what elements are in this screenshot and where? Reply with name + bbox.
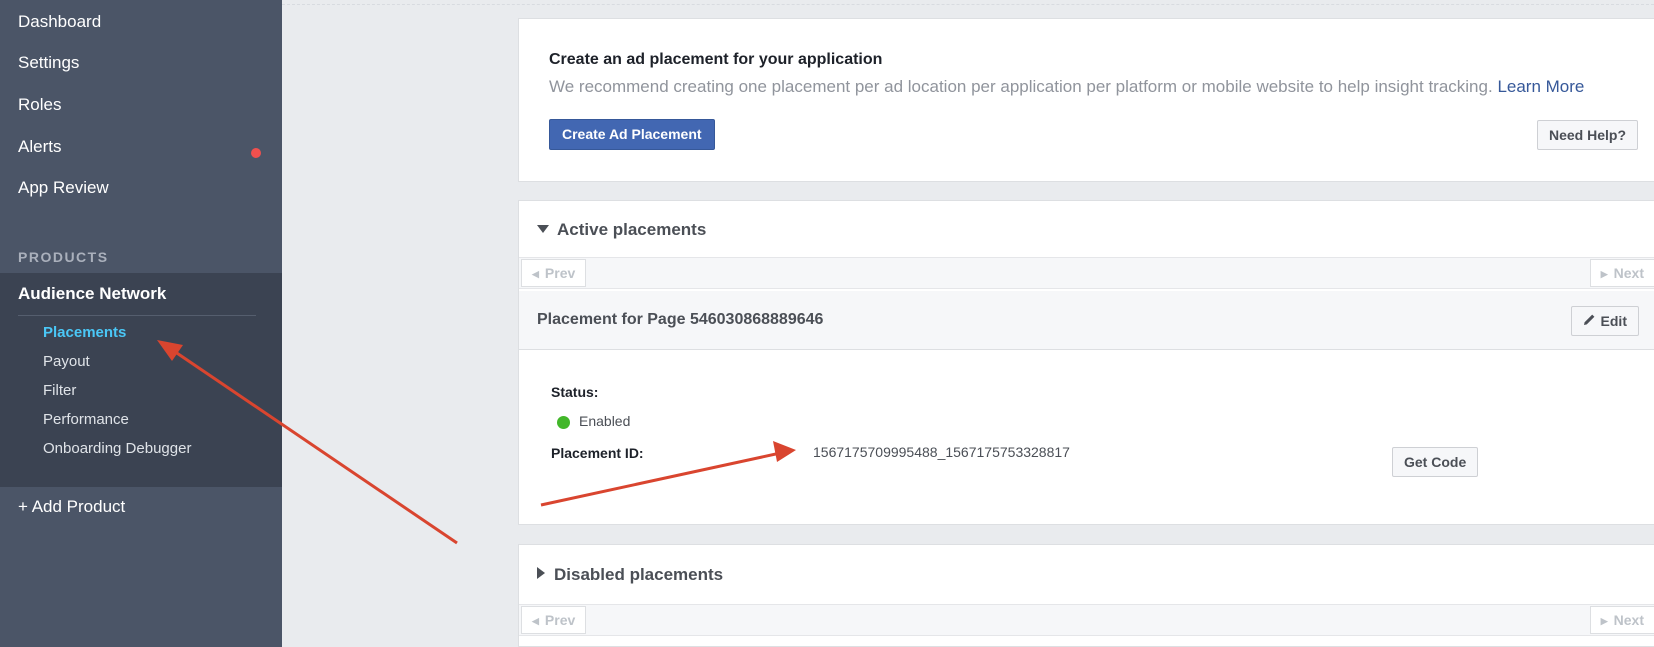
edit-label: Edit (1600, 313, 1627, 329)
disabled-pager: ◀ Prev ▶ Next (519, 604, 1654, 636)
placement-id-label: Placement ID: (551, 445, 644, 461)
create-card-description-text: We recommend creating one placement per … (549, 77, 1493, 96)
create-card-description: We recommend creating one placement per … (549, 77, 1584, 97)
status-enabled-icon (557, 416, 570, 429)
active-next-label: Next (1613, 265, 1644, 281)
sidebar: Dashboard Settings Roles Alerts App Revi… (0, 0, 282, 647)
disabled-prev-label: Prev (544, 612, 576, 628)
sidebar-subitem-placements[interactable]: Placements (43, 324, 126, 341)
active-placements-card: Active placements ◀ Prev ▶ Next Placement … (518, 200, 1654, 525)
caret-right-icon (537, 567, 545, 579)
status-label: Status: (551, 384, 599, 400)
sidebar-subitem-payout[interactable]: Payout (43, 353, 90, 370)
active-placements-toggle[interactable]: Active placements (537, 220, 706, 240)
status-value: Enabled (579, 413, 631, 429)
active-prev-label: Prev (544, 265, 576, 281)
sidebar-subitem-filter[interactable]: Filter (43, 382, 76, 399)
active-pager: ◀ Prev ▶ Next (519, 257, 1654, 289)
caret-right-icon: ▶ (1600, 616, 1608, 626)
alert-indicator-dot (251, 148, 261, 158)
disabled-placements-toggle[interactable]: Disabled placements (537, 565, 723, 585)
disabled-next-label: Next (1613, 612, 1644, 628)
placement-title: Placement for Page 546030868889646 (537, 311, 824, 328)
product-divider (18, 315, 256, 316)
sidebar-item-roles[interactable]: Roles (18, 95, 61, 115)
caret-left-icon: ◀ (532, 616, 539, 626)
top-divider (282, 4, 1654, 5)
placement-header: Placement for Page 546030868889646 Edit (519, 291, 1654, 350)
product-audience-network: Audience Network Placements Payout Filte… (0, 273, 282, 487)
learn-more-link[interactable]: Learn More (1497, 77, 1584, 96)
disabled-placements-card: Disabled placements ◀ Prev ▶ Next (518, 544, 1654, 647)
create-card-title: Create an ad placement for your applicat… (549, 51, 883, 68)
caret-left-icon: ◀ (532, 269, 539, 279)
product-title[interactable]: Audience Network (18, 284, 166, 304)
disabled-prev-button[interactable]: ◀ Prev (521, 606, 587, 634)
sidebar-item-alerts[interactable]: Alerts (18, 137, 61, 157)
sidebar-subitem-onboarding-debugger[interactable]: Onboarding Debugger (43, 440, 191, 457)
active-next-button[interactable]: ▶ Next (1589, 259, 1654, 287)
active-prev-button[interactable]: ◀ Prev (521, 259, 587, 287)
sidebar-subitem-performance[interactable]: Performance (43, 411, 129, 428)
active-placements-title: Active placements (557, 220, 707, 239)
sidebar-item-app-review[interactable]: App Review (18, 178, 109, 198)
sidebar-item-settings[interactable]: Settings (18, 53, 79, 73)
caret-down-icon (537, 225, 549, 233)
get-code-button[interactable]: Get Code (1392, 447, 1479, 477)
create-placement-card: Create an ad placement for your applicat… (518, 18, 1654, 182)
disabled-next-button[interactable]: ▶ Next (1589, 606, 1654, 634)
add-product-link[interactable]: + Add Product (18, 497, 125, 517)
edit-placement-button[interactable]: Edit (1570, 306, 1639, 336)
disabled-placements-title: Disabled placements (554, 565, 724, 584)
products-section-header: PRODUCTS (18, 249, 109, 265)
placement-id-value[interactable]: 1567175709995488_1567175753328817 (813, 444, 1070, 460)
create-ad-placement-button[interactable]: Create Ad Placement (549, 119, 715, 150)
need-help-button[interactable]: Need Help? (1536, 120, 1638, 150)
pencil-icon (1583, 307, 1596, 335)
sidebar-item-dashboard[interactable]: Dashboard (18, 12, 101, 32)
caret-right-icon: ▶ (1600, 269, 1608, 279)
